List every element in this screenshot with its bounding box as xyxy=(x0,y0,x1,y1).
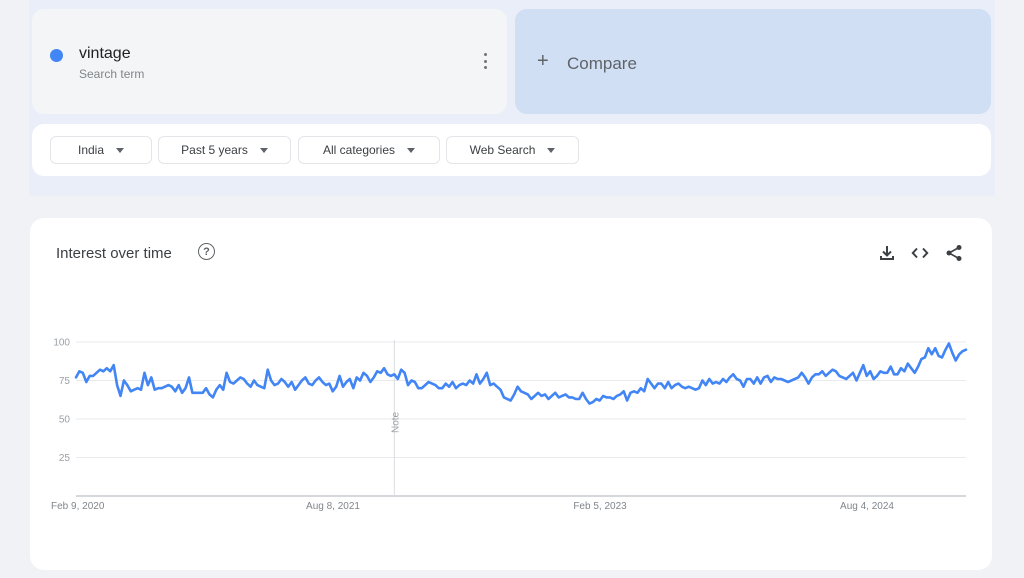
plus-icon: + xyxy=(537,50,549,72)
compare-button[interactable]: + Compare xyxy=(515,9,991,114)
x-tick-label: Feb 5, 2023 xyxy=(573,501,627,512)
x-tick-label: Aug 8, 2021 xyxy=(306,501,360,512)
search-term-name: vintage xyxy=(79,45,131,62)
caret-down-icon xyxy=(547,147,556,153)
search-term-card[interactable]: vintage Search term xyxy=(32,9,507,114)
filter-region-label: India xyxy=(77,143,105,157)
y-tick-label: 75 xyxy=(59,376,71,387)
filter-bar: India Past 5 years All categories Web Se… xyxy=(32,124,991,176)
filter-search-type-label: Web Search xyxy=(469,143,536,157)
line-chart: 25 50 75 100 Feb 9, 2020 Aug 8, 2021 Feb 5, 2… xyxy=(51,338,968,512)
more-vert-icon[interactable] xyxy=(481,53,489,69)
x-tick-label: Aug 4, 2024 xyxy=(840,501,894,512)
note-label: Note xyxy=(390,411,401,433)
caret-down-icon xyxy=(259,147,268,153)
caret-down-icon xyxy=(116,147,125,153)
y-tick-label: 50 xyxy=(59,415,71,426)
caret-down-icon xyxy=(407,147,416,153)
filter-search-type[interactable]: Web Search xyxy=(446,136,579,164)
series-color-dot xyxy=(50,49,63,62)
x-tick-label: Feb 9, 2020 xyxy=(51,501,105,512)
y-tick-label: 100 xyxy=(53,338,70,349)
filter-category-label: All categories xyxy=(322,143,396,157)
filter-time-range[interactable]: Past 5 years xyxy=(158,136,291,164)
interest-over-time-card: Interest over time ? 25 50 75 100 Feb 9, 20… xyxy=(30,218,992,570)
search-term-subtitle: Search term xyxy=(79,67,145,81)
filter-category[interactable]: All categories xyxy=(298,136,440,164)
filter-region[interactable]: India xyxy=(50,136,152,164)
compare-label: Compare xyxy=(567,54,637,73)
y-tick-label: 25 xyxy=(59,453,71,464)
series-line-vintage xyxy=(74,342,968,405)
filter-time-range-label: Past 5 years xyxy=(181,143,248,157)
